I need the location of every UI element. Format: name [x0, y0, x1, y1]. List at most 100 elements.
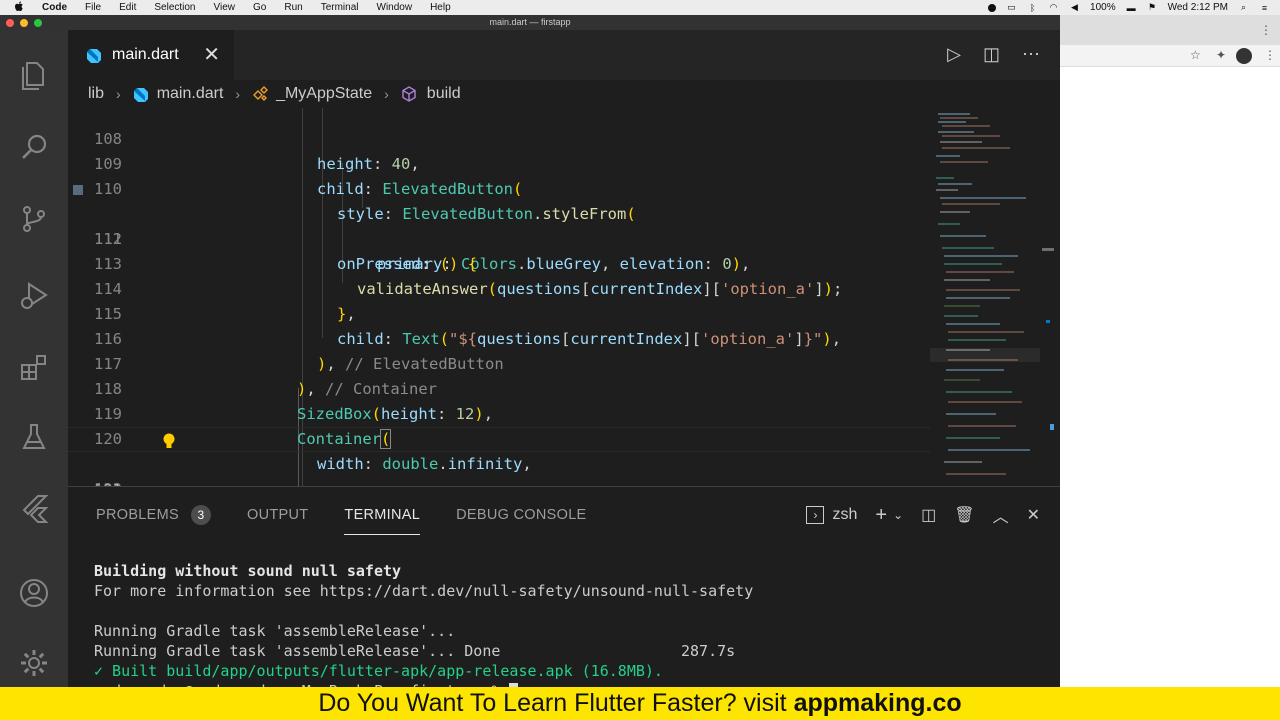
- chevron-right-icon: ›: [384, 86, 389, 102]
- code-line: 110 style: ElevatedButton.styleFrom(: [94, 180, 636, 223]
- search-icon[interactable]: [17, 130, 51, 164]
- breadcrumb: lib › main.dart › _MyAppState › build: [68, 80, 1060, 108]
- source-control-icon[interactable]: [17, 202, 51, 236]
- code-line: 109 child: ElevatedButton(: [94, 155, 523, 198]
- code-line-current: 121 height: 40,: [68, 427, 930, 486]
- panel-actions: › zsh + ⌄ ◫ 🗑 ︿ ✕: [806, 503, 1040, 527]
- extensions-icon[interactable]: [17, 350, 51, 384]
- files-icon[interactable]: [17, 58, 51, 92]
- chevron-right-icon: ›: [116, 86, 121, 102]
- terminal-shell-selector[interactable]: › zsh: [806, 506, 857, 524]
- input-icon[interactable]: ▭: [1006, 2, 1017, 12]
- minimize-window-button[interactable]: [20, 19, 28, 27]
- bookmark-star-icon[interactable]: ☆: [1190, 48, 1201, 62]
- tab-debug-console[interactable]: DEBUG CONSOLE: [456, 505, 586, 535]
- tab-terminal[interactable]: TERMINAL: [344, 505, 420, 535]
- method-symbol-icon: [402, 86, 416, 102]
- code-line: 120 width: double.infinity,: [94, 430, 532, 473]
- menu-run[interactable]: Run: [284, 2, 302, 13]
- terminal-line: ✓ Built build/app/outputs/flutter-apk/ap…: [94, 662, 663, 680]
- split-editor-icon[interactable]: ◫: [983, 44, 1000, 65]
- code-line: 115 child: Text("${questions[currentInde…: [94, 305, 842, 348]
- banner-link[interactable]: appmaking.co: [794, 689, 962, 717]
- menu-terminal[interactable]: Terminal: [321, 2, 359, 13]
- chevron-right-icon: ›: [235, 86, 241, 102]
- editor-tab-bar: main.dart ✕ ▷ ◫ ⋯: [68, 30, 1060, 80]
- code-line: 112 onPressed: () {: [94, 230, 478, 273]
- code-line: 117 ), // Container: [94, 355, 437, 398]
- breakpoint-marker[interactable]: [73, 185, 83, 195]
- code-line: 108 height: 40,: [94, 130, 420, 173]
- code-line: 122 child: ElevatedButton(: [68, 452, 930, 486]
- breadcrumb-lib[interactable]: lib: [88, 85, 104, 103]
- status-items: ▭ ᛒ ◠ ◀ 100% ▬ ⚑ Wed 2:12 PM ⌕ ≡: [988, 0, 1270, 15]
- browser-window: ⋮ ☆ ✦ ⋮: [1060, 15, 1280, 687]
- flutter-icon[interactable]: [17, 492, 51, 526]
- menu-file[interactable]: File: [85, 2, 101, 13]
- tab-problems[interactable]: PROBLEMS 3: [96, 505, 211, 535]
- dart-icon: [87, 49, 101, 63]
- close-icon[interactable]: ✕: [203, 45, 220, 65]
- terminal-output[interactable]: Building without sound null safety For m…: [94, 561, 1034, 701]
- dart-icon: [133, 88, 148, 102]
- vscode-window: main.dart — firstapp main.dart ✕ ▷ ◫ ⋯ l…: [0, 15, 1060, 702]
- trash-icon[interactable]: 🗑: [954, 505, 974, 525]
- menu-selection[interactable]: Selection: [154, 2, 195, 13]
- editor-actions: ▷ ◫ ⋯: [947, 44, 1040, 65]
- menu-go[interactable]: Go: [253, 2, 266, 13]
- run-icon[interactable]: ▷: [947, 44, 961, 65]
- account-icon[interactable]: [17, 576, 51, 610]
- code-editor[interactable]: 108 height: 40, 109 child: ElevatedButto…: [68, 108, 930, 486]
- settings-gear-icon[interactable]: [17, 646, 51, 680]
- zoom-window-button[interactable]: [34, 19, 42, 27]
- battery-icon[interactable]: ▬: [1126, 3, 1137, 13]
- breadcrumb-method[interactable]: build: [401, 85, 461, 103]
- breadcrumb-class[interactable]: _MyAppState: [252, 85, 372, 103]
- breadcrumb-label: build: [426, 85, 461, 102]
- code-line: 114 },: [94, 280, 356, 323]
- code-line: 116 ), // ElevatedButton: [94, 330, 504, 373]
- menu-app-name[interactable]: Code: [42, 2, 67, 13]
- lightbulb-icon[interactable]: [160, 432, 178, 450]
- menu-window[interactable]: Window: [377, 2, 413, 13]
- browser-tab-strip: ⋮: [1060, 15, 1280, 45]
- chevron-down-icon[interactable]: ⌄: [893, 508, 903, 522]
- browser-menu-icon[interactable]: ⋮: [1260, 23, 1272, 37]
- bluetooth-icon[interactable]: ᛒ: [1027, 3, 1038, 13]
- window-title-bar: main.dart — firstapp: [0, 15, 1060, 30]
- breadcrumb-main-dart[interactable]: main.dart: [133, 85, 223, 103]
- wifi-icon[interactable]: ◠: [1048, 2, 1059, 12]
- split-terminal-icon[interactable]: ◫: [921, 505, 936, 525]
- extension-icon[interactable]: ✦: [1216, 48, 1226, 62]
- close-window-button[interactable]: [6, 19, 14, 27]
- tab-main-dart[interactable]: main.dart ✕: [68, 30, 234, 80]
- terminal-line: Running Gradle task 'assembleRelease'...: [94, 622, 456, 640]
- more-actions-icon[interactable]: ⋯: [1022, 44, 1040, 65]
- volume-icon[interactable]: ◀: [1069, 2, 1080, 12]
- menu-help[interactable]: Help: [430, 2, 451, 13]
- menu-edit[interactable]: Edit: [119, 2, 136, 13]
- code-line: 113 validateAnswer(questions[currentInde…: [94, 255, 843, 298]
- minimap[interactable]: [930, 108, 1048, 486]
- maximize-panel-icon[interactable]: ︿: [993, 503, 1009, 527]
- flag-icon[interactable]: ⚑: [1147, 2, 1158, 12]
- profile-avatar[interactable]: [1236, 48, 1252, 64]
- panel-tabs: PROBLEMS 3 OUTPUT TERMINAL DEBUG CONSOLE: [96, 505, 623, 535]
- clock[interactable]: Wed 2:12 PM: [1168, 2, 1228, 13]
- tab-output[interactable]: OUTPUT: [247, 505, 308, 535]
- record-icon[interactable]: [988, 3, 997, 12]
- close-panel-icon[interactable]: ✕: [1027, 505, 1040, 525]
- menu-view[interactable]: View: [214, 2, 236, 13]
- editor-scrollbar[interactable]: [1040, 108, 1054, 486]
- testing-icon[interactable]: [17, 420, 51, 454]
- class-symbol-icon: [253, 86, 269, 101]
- run-debug-icon[interactable]: [17, 278, 51, 312]
- window-title: main.dart — firstapp: [489, 17, 571, 27]
- apple-icon[interactable]: [12, 0, 26, 15]
- control-center-icon[interactable]: ≡: [1259, 3, 1270, 13]
- problems-count-badge: 3: [190, 505, 211, 525]
- new-terminal-icon[interactable]: +: [875, 504, 887, 527]
- browser-menu-icon[interactable]: ⋮: [1264, 48, 1276, 62]
- spotlight-search-icon[interactable]: ⌕: [1238, 2, 1249, 12]
- activity-bar: [0, 30, 68, 687]
